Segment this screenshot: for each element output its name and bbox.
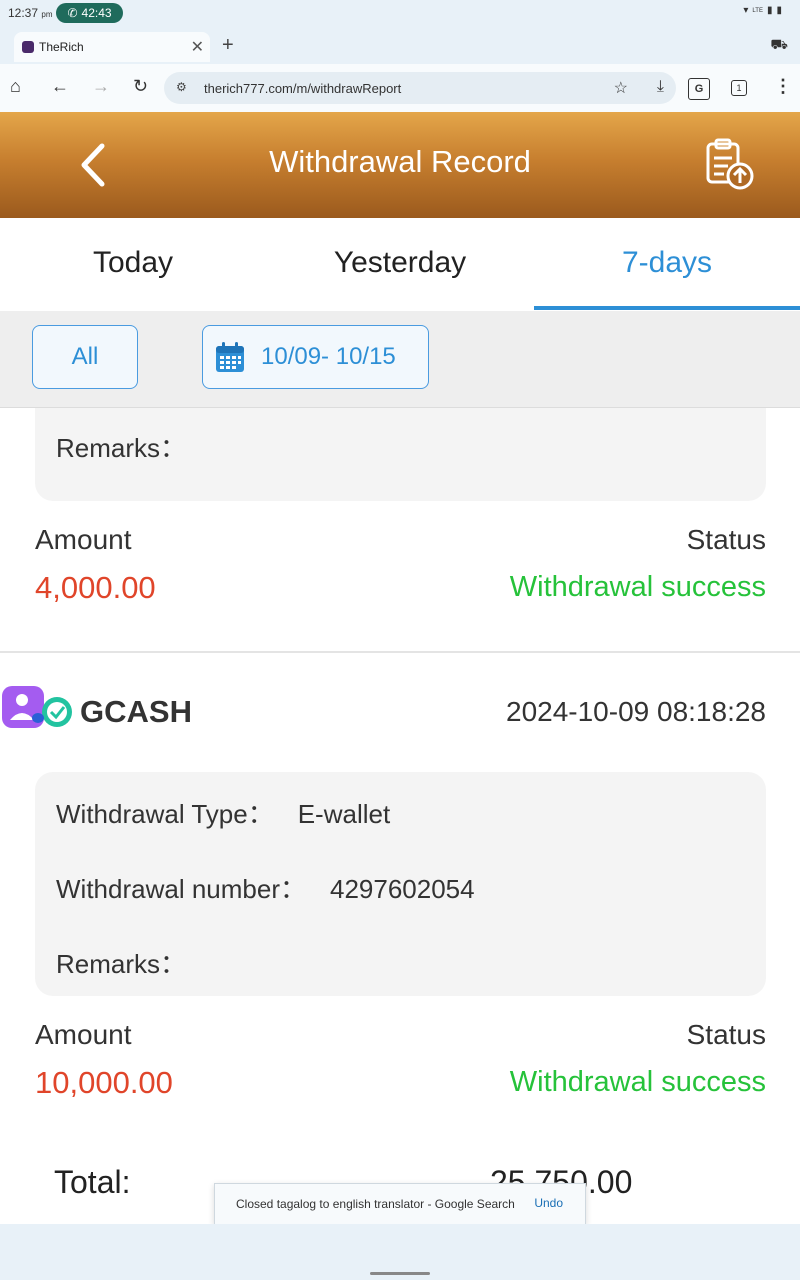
bookmark-star-icon[interactable]: ☆ bbox=[614, 78, 628, 98]
status-label: Status bbox=[686, 524, 766, 555]
home-icon[interactable]: ⌂ bbox=[10, 76, 21, 97]
tab-switcher-button[interactable]: 1 bbox=[731, 80, 747, 96]
total-label: Total: bbox=[54, 1164, 131, 1200]
tab-today[interactable]: Today bbox=[0, 246, 266, 280]
type-filter-button[interactable]: All bbox=[32, 325, 138, 389]
status-value: Withdrawal success bbox=[509, 571, 766, 603]
payment-method-name: GCASH bbox=[80, 694, 192, 729]
tab-title: TheRich bbox=[39, 40, 84, 54]
record-datetime: 2024-10-09 08:18:28 bbox=[506, 696, 766, 727]
status-icons: ▾ LTE ▮ ▮ bbox=[743, 5, 782, 16]
status-value: Withdrawal success bbox=[509, 1066, 766, 1098]
record-detail-box: Withdrawal Type： E-wallet Withdrawal numb… bbox=[35, 772, 766, 996]
amount-value: 4,000.00 bbox=[35, 570, 156, 605]
withdrawal-number-label: Withdrawal number： bbox=[56, 874, 306, 904]
page-title: Withdrawal Record bbox=[269, 144, 531, 179]
withdrawal-list[interactable]: Remarks： Amount Status 4,000.00 Withdraw… bbox=[0, 408, 800, 1224]
remarks-label: Remarks： bbox=[56, 433, 187, 463]
app-header: Withdrawal Record bbox=[0, 112, 800, 218]
incognito-icon[interactable]: ⛟ bbox=[770, 36, 788, 55]
call-timer: 42:43 bbox=[81, 6, 112, 20]
snackbar-message: Closed tagalog to english translator - G… bbox=[236, 1197, 515, 1211]
back-arrow-icon[interactable]: ← bbox=[51, 76, 69, 97]
wifi-icon: ▾ bbox=[743, 5, 749, 16]
reload-icon[interactable]: ↻ bbox=[133, 76, 148, 97]
translate-icon[interactable]: G bbox=[688, 78, 710, 100]
tab-yesterday[interactable]: Yesterday bbox=[267, 246, 533, 280]
date-range-tabs: Today Yesterday 7-days bbox=[0, 218, 800, 311]
browser-toolbar: ⌂ ← → ↻ ⚙ therich777.com/m/withdrawRepor… bbox=[0, 64, 800, 112]
filter-bar: All 10/09- 10/15 bbox=[0, 311, 800, 408]
address-bar[interactable]: ⚙ therich777.com/m/withdrawReport ☆ ⤓ bbox=[164, 72, 676, 104]
remarks-label: Remarks： bbox=[56, 949, 187, 979]
browser-tab-strip: TheRich ✕ bbox=[0, 28, 800, 64]
tab-7-days[interactable]: 7-days bbox=[534, 246, 800, 280]
withdrawal-type-value: E-wallet bbox=[297, 799, 391, 829]
gesture-handle[interactable] bbox=[370, 1272, 430, 1275]
site-favicon-icon bbox=[22, 41, 34, 53]
amount-value: 10,000.00 bbox=[35, 1065, 173, 1100]
withdrawal-number-value: 4297602054 bbox=[329, 874, 475, 904]
clipboard-upload-icon[interactable] bbox=[704, 138, 756, 194]
remarks-row: Remarks： bbox=[56, 944, 186, 981]
browser-tab[interactable]: TheRich ✕ bbox=[14, 32, 210, 62]
download-icon[interactable]: ⤓ bbox=[657, 78, 664, 96]
remarks-row: Remarks： bbox=[56, 428, 186, 465]
status-time: 12:37 pm bbox=[8, 6, 53, 20]
active-tab-indicator bbox=[534, 306, 800, 310]
record-divider bbox=[0, 651, 800, 653]
phone-icon: ✆ bbox=[67, 6, 78, 20]
amount-label: Amount bbox=[35, 1019, 132, 1050]
withdrawal-type-label: Withdrawal Type： bbox=[56, 799, 274, 829]
ongoing-call-chip[interactable]: ✆ 42:43 bbox=[56, 3, 123, 23]
forward-arrow-icon[interactable]: → bbox=[92, 76, 110, 97]
undo-button[interactable]: Undo bbox=[534, 1196, 563, 1210]
withdrawal-type-row: Withdrawal Type： E-wallet bbox=[56, 794, 390, 831]
network-type: LTE bbox=[752, 7, 763, 14]
date-range-text: 10/09- 10/15 bbox=[261, 343, 396, 370]
calendar-icon bbox=[216, 342, 244, 372]
gcash-logo-icon bbox=[2, 686, 72, 728]
battery-icon: ▮ bbox=[776, 5, 782, 16]
amount-label: Amount bbox=[35, 524, 132, 555]
signal-icon: ▮ bbox=[766, 5, 773, 16]
status-label: Status bbox=[686, 1019, 766, 1050]
date-range-button[interactable]: 10/09- 10/15 bbox=[202, 325, 429, 389]
url-text[interactable]: therich777.com/m/withdrawReport bbox=[204, 81, 401, 96]
new-tab-plus-icon[interactable]: + bbox=[222, 34, 234, 57]
system-status-bar: 12:37 pm ✆ 42:43 ▾ LTE ▮ ▮ bbox=[0, 0, 800, 28]
withdrawal-number-row: Withdrawal number： 4297602054 bbox=[56, 869, 475, 906]
site-settings-icon[interactable]: ⚙ bbox=[176, 80, 187, 94]
overflow-menu-icon[interactable]: ⋮ bbox=[774, 76, 792, 97]
tab-closed-snackbar: Closed tagalog to english translator - G… bbox=[214, 1183, 586, 1225]
system-navigation-bar bbox=[0, 1224, 800, 1280]
close-tab-icon[interactable]: ✕ bbox=[191, 37, 204, 57]
record-detail-box: Remarks： bbox=[35, 408, 766, 501]
